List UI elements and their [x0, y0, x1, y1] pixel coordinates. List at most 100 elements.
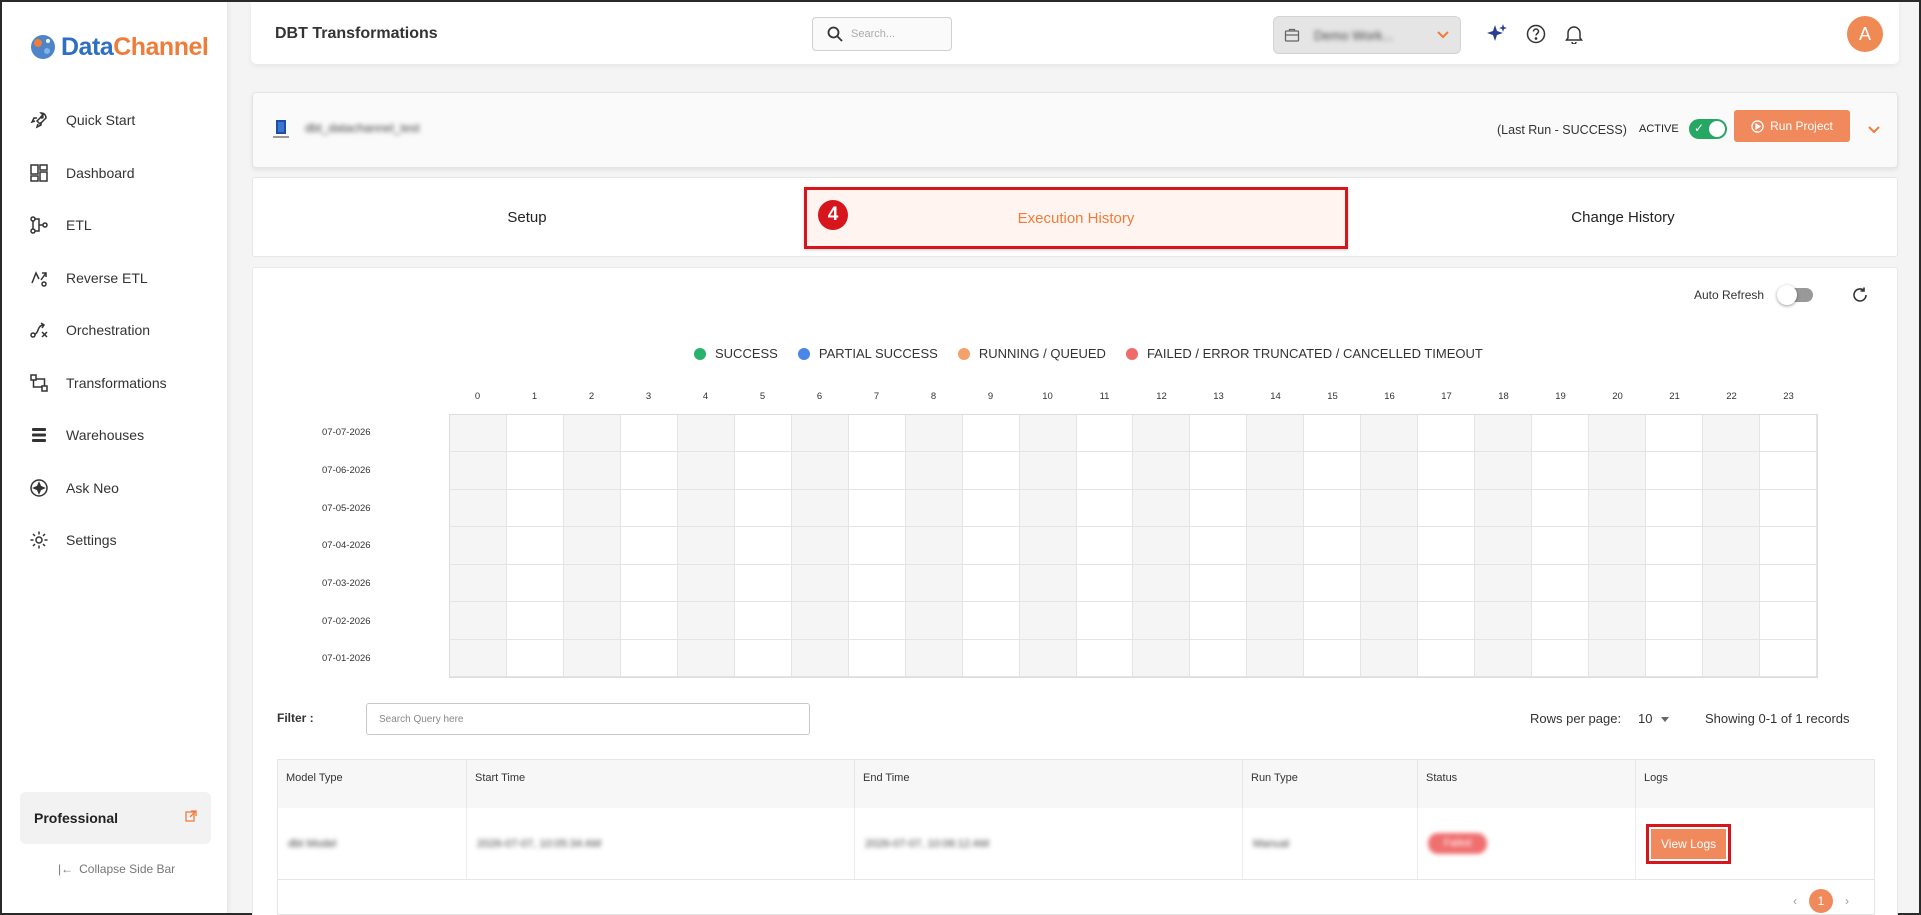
heatmap-cell[interactable] [677, 452, 735, 490]
heatmap-cell[interactable] [1133, 415, 1191, 453]
heatmap-cell[interactable] [450, 639, 507, 677]
heatmap-cell[interactable] [905, 564, 963, 603]
heatmap-cell[interactable] [1190, 452, 1248, 490]
heatmap-cell[interactable] [1304, 527, 1362, 565]
heatmap-cell[interactable] [1646, 602, 1704, 640]
heatmap-cell[interactable] [563, 602, 621, 640]
page-current[interactable]: 1 [1809, 889, 1833, 913]
heatmap-cell[interactable] [1019, 602, 1077, 640]
heatmap-cell[interactable] [734, 564, 792, 603]
heatmap-cell[interactable] [677, 602, 735, 640]
prev-page-icon[interactable]: ‹ [1793, 894, 1797, 908]
heatmap-cell[interactable] [962, 602, 1020, 640]
heatmap-cell[interactable] [677, 564, 735, 603]
heatmap-cell[interactable] [1304, 489, 1362, 528]
heatmap-cell[interactable] [1247, 602, 1305, 640]
plan-card[interactable]: Professional [20, 792, 211, 844]
heatmap-cell[interactable] [791, 527, 849, 565]
heatmap-cell[interactable] [1361, 564, 1419, 603]
heatmap-cell[interactable] [1475, 527, 1533, 565]
heatmap-cell[interactable] [677, 415, 735, 453]
heatmap-cell[interactable] [962, 527, 1020, 565]
heatmap-cell[interactable] [791, 489, 849, 528]
col-logs[interactable]: Logs [1636, 760, 1874, 808]
heatmap-cell[interactable] [962, 452, 1020, 490]
search-input[interactable] [851, 28, 941, 40]
heatmap-cell[interactable] [1589, 452, 1647, 490]
heatmap-cell[interactable] [1475, 564, 1533, 603]
col-run-type[interactable]: Run Type [1243, 760, 1418, 808]
heatmap-cell[interactable] [1589, 639, 1647, 677]
view-logs-button[interactable]: View Logs [1646, 823, 1732, 864]
heatmap-cell[interactable] [620, 639, 678, 677]
heatmap-cell[interactable] [1361, 489, 1419, 528]
heatmap-cell[interactable] [1475, 602, 1533, 640]
heatmap-cell[interactable] [1019, 639, 1077, 677]
heatmap-cell[interactable] [905, 527, 963, 565]
heatmap-cell[interactable] [1019, 415, 1077, 453]
heatmap-cell[interactable] [1760, 527, 1817, 565]
heatmap-cell[interactable] [620, 602, 678, 640]
heatmap-cell[interactable] [620, 564, 678, 603]
heatmap-cell[interactable] [1019, 489, 1077, 528]
heatmap-cell[interactable] [734, 489, 792, 528]
heatmap-cell[interactable] [1703, 602, 1761, 640]
heatmap-cell[interactable] [962, 564, 1020, 603]
heatmap-cell[interactable] [1133, 602, 1191, 640]
refresh-icon[interactable] [1851, 286, 1869, 309]
heatmap-cell[interactable] [1646, 527, 1704, 565]
heatmap-cell[interactable] [563, 527, 621, 565]
heatmap-cell[interactable] [791, 564, 849, 603]
heatmap-cell[interactable] [1475, 489, 1533, 528]
heatmap-cell[interactable] [677, 489, 735, 528]
heatmap-cell[interactable] [1532, 415, 1590, 453]
heatmap-cell[interactable] [1076, 527, 1134, 565]
heatmap-cell[interactable] [734, 527, 792, 565]
tab-setup[interactable]: Setup [253, 178, 801, 256]
heatmap-cell[interactable] [1589, 564, 1647, 603]
heatmap-cell[interactable] [1247, 639, 1305, 677]
help-icon[interactable] [1524, 22, 1548, 46]
user-avatar[interactable]: A [1847, 16, 1883, 52]
heatmap-cell[interactable] [1190, 564, 1248, 603]
col-start-time[interactable]: Start Time [467, 760, 855, 808]
sidebar-item-etl[interactable]: ETL [2, 199, 228, 252]
heatmap-cell[interactable] [848, 564, 906, 603]
heatmap-cell[interactable] [1760, 489, 1817, 528]
heatmap-cell[interactable] [563, 639, 621, 677]
heatmap-cell[interactable] [1361, 415, 1419, 453]
heatmap-cell[interactable] [1019, 564, 1077, 603]
heatmap-cell[interactable] [1703, 415, 1761, 453]
col-model-type[interactable]: Model Type [278, 760, 467, 808]
rows-per-page-select[interactable]: 10 [1638, 711, 1670, 726]
global-search[interactable] [812, 17, 952, 51]
ai-sparkle-icon[interactable] [1485, 22, 1509, 46]
heatmap-cell[interactable] [1703, 452, 1761, 490]
heatmap-cell[interactable] [848, 452, 906, 490]
heatmap-cell[interactable] [1418, 415, 1476, 453]
run-project-button[interactable]: Run Project [1734, 110, 1850, 142]
heatmap-cell[interactable] [1361, 452, 1419, 490]
heatmap-cell[interactable] [1304, 564, 1362, 603]
heatmap-cell[interactable] [734, 415, 792, 453]
sidebar-item-orchestration[interactable]: Orchestration [2, 304, 228, 357]
heatmap-cell[interactable] [848, 415, 906, 453]
heatmap-cell[interactable] [677, 527, 735, 565]
next-page-icon[interactable]: › [1845, 894, 1849, 908]
heatmap-cell[interactable] [1646, 489, 1704, 528]
heatmap-cell[interactable] [1418, 639, 1476, 677]
heatmap-cell[interactable] [1703, 639, 1761, 677]
heatmap-cell[interactable] [962, 639, 1020, 677]
heatmap-cell[interactable] [1703, 564, 1761, 603]
heatmap-cell[interactable] [1475, 452, 1533, 490]
heatmap-cell[interactable] [1304, 415, 1362, 453]
heatmap-cell[interactable] [1418, 602, 1476, 640]
heatmap-cell[interactable] [450, 602, 507, 640]
heatmap-cell[interactable] [1589, 415, 1647, 453]
collapse-sidebar-button[interactable]: |← Collapse Side Bar [58, 862, 175, 876]
heatmap-cell[interactable] [1532, 452, 1590, 490]
heatmap-cell[interactable] [1190, 602, 1248, 640]
heatmap-cell[interactable] [563, 415, 621, 453]
heatmap-cell[interactable] [1361, 602, 1419, 640]
heatmap-cell[interactable] [1133, 639, 1191, 677]
